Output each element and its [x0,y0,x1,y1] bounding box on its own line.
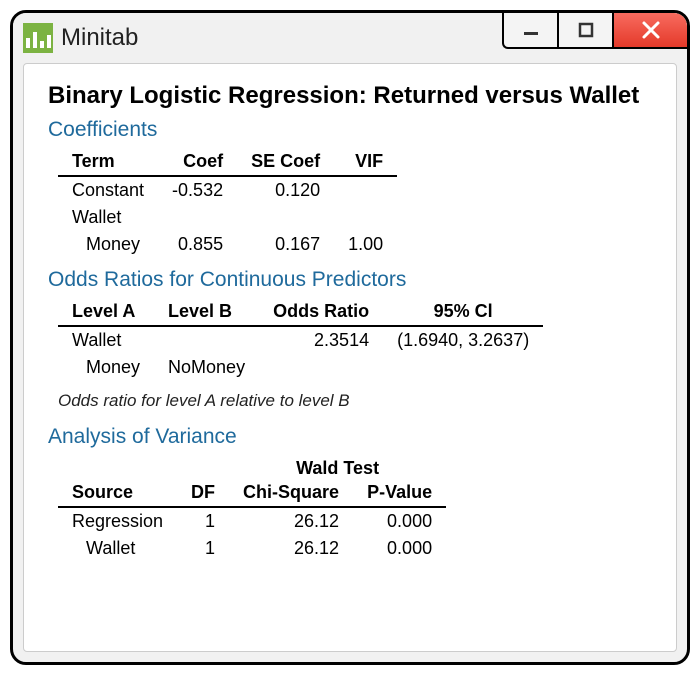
anova-heading: Analysis of Variance [48,425,652,449]
table-row: Wallet 2.3514 (1.6940, 3.2637) [58,326,543,354]
table-row: Constant -0.532 0.120 [58,176,397,204]
minitab-logo-icon [23,23,53,53]
table-row: Wallet [58,204,397,231]
col-chi: Chi-Square [229,479,353,507]
col-se: SE Coef [237,148,334,176]
col-odds-ratio: Odds Ratio [259,298,383,326]
minimize-icon [521,20,541,40]
col-term: Term [58,148,158,176]
col-level-a: Level A [58,298,154,326]
wald-test-super: Wald Test [229,455,446,479]
table-row: Money 0.855 0.167 1.00 [58,231,397,258]
anova-table: Wald Test Source DF Chi-Square P-Value R… [58,455,446,562]
app-title: Minitab [61,24,138,52]
app-window: Minitab Binary Logistic Regression: Retu… [10,10,690,665]
odds-table: Level A Level B Odds Ratio 95% Cl Wallet… [58,298,543,381]
table-row: Regression 1 26.12 0.000 [58,507,446,535]
col-ci: 95% Cl [383,298,543,326]
close-icon [639,18,663,42]
coefficients-heading: Coefficients [48,118,652,142]
table-row: Wallet 1 26.12 0.000 [58,535,446,562]
maximize-button[interactable] [557,13,612,49]
report-content: Binary Logistic Regression: Returned ver… [23,63,677,652]
minimize-button[interactable] [502,13,557,49]
col-coef: Coef [158,148,237,176]
coefficients-table: Term Coef SE Coef VIF Constant -0.532 0.… [58,148,397,258]
col-df: DF [177,479,229,507]
window-controls [502,13,687,49]
col-p: P-Value [353,479,446,507]
odds-note: Odds ratio for level A relative to level… [58,391,652,411]
col-vif: VIF [334,148,397,176]
maximize-icon [576,20,596,40]
col-source: Source [58,479,177,507]
titlebar: Minitab [13,13,687,63]
col-level-b: Level B [154,298,259,326]
odds-heading: Odds Ratios for Continuous Predictors [48,268,652,292]
report-title: Binary Logistic Regression: Returned ver… [48,82,652,110]
table-row: Money NoMoney [58,354,543,381]
close-button[interactable] [612,13,687,49]
